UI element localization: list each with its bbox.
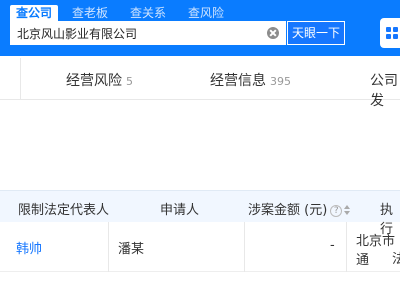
nav-item-business-info[interactable]: 经营信息 395 — [210, 70, 291, 90]
top-search-bar: 查公司 查老板 查关系 查风险 北京风山影业有限公司 天眼一下 — [0, 0, 400, 56]
nav-divider — [20, 58, 21, 100]
tab-boss[interactable]: 查老板 — [66, 5, 116, 21]
table-row: 韩帅 潘某 - 北京市通 法 — [0, 222, 400, 272]
search-input[interactable]: 北京风山影业有限公司 — [17, 25, 137, 42]
tab-relation[interactable]: 查关系 — [124, 5, 174, 21]
applicant-cell: 潘某 — [118, 242, 145, 257]
nav-item-count: 395 — [270, 75, 291, 88]
column-divider — [244, 222, 245, 272]
tab-risk[interactable]: 查风险 — [182, 5, 232, 21]
legal-rep-link[interactable]: 韩帅 — [16, 238, 42, 257]
search-type-tabs: 查公司 查老板 查关系 查风险 — [10, 5, 232, 21]
search-field[interactable]: 北京风山影业有限公司 — [10, 21, 286, 45]
column-header-applicant: 申请人 — [160, 203, 200, 218]
amount-cell: - — [330, 238, 335, 253]
column-divider — [346, 222, 347, 272]
nav-item-label: 经营风险 — [66, 73, 122, 89]
court-cell-line2: 法 — [392, 252, 400, 267]
nav-item-count: 5 — [126, 75, 133, 88]
grid-icon — [386, 27, 398, 39]
column-header-amount[interactable]: 涉案金额 (元)? — [248, 199, 351, 218]
help-icon[interactable]: ? — [330, 205, 343, 217]
nav-item-company-dev[interactable]: 公司发 — [370, 70, 400, 110]
nav-item-label: 公司发 — [370, 73, 398, 109]
table-header: 限制法定代表人 申请人 涉案金额 (元)? 执行 — [0, 190, 400, 237]
column-header-legal-rep: 限制法定代表人 — [18, 203, 110, 218]
app-menu-button[interactable] — [380, 18, 400, 48]
nav-item-business-risk[interactable]: 经营风险 5 — [66, 70, 133, 90]
column-header-label: 涉案金额 (元) — [248, 203, 328, 218]
column-divider — [108, 222, 109, 272]
tab-company[interactable]: 查公司 — [10, 5, 59, 21]
clear-icon[interactable] — [267, 27, 279, 39]
section-nav: 经营风险 5 经营信息 395 公司发 — [0, 58, 400, 109]
sort-icon[interactable] — [344, 205, 351, 215]
search-button[interactable]: 天眼一下 — [287, 21, 345, 45]
nav-item-label: 经营信息 — [210, 73, 266, 89]
